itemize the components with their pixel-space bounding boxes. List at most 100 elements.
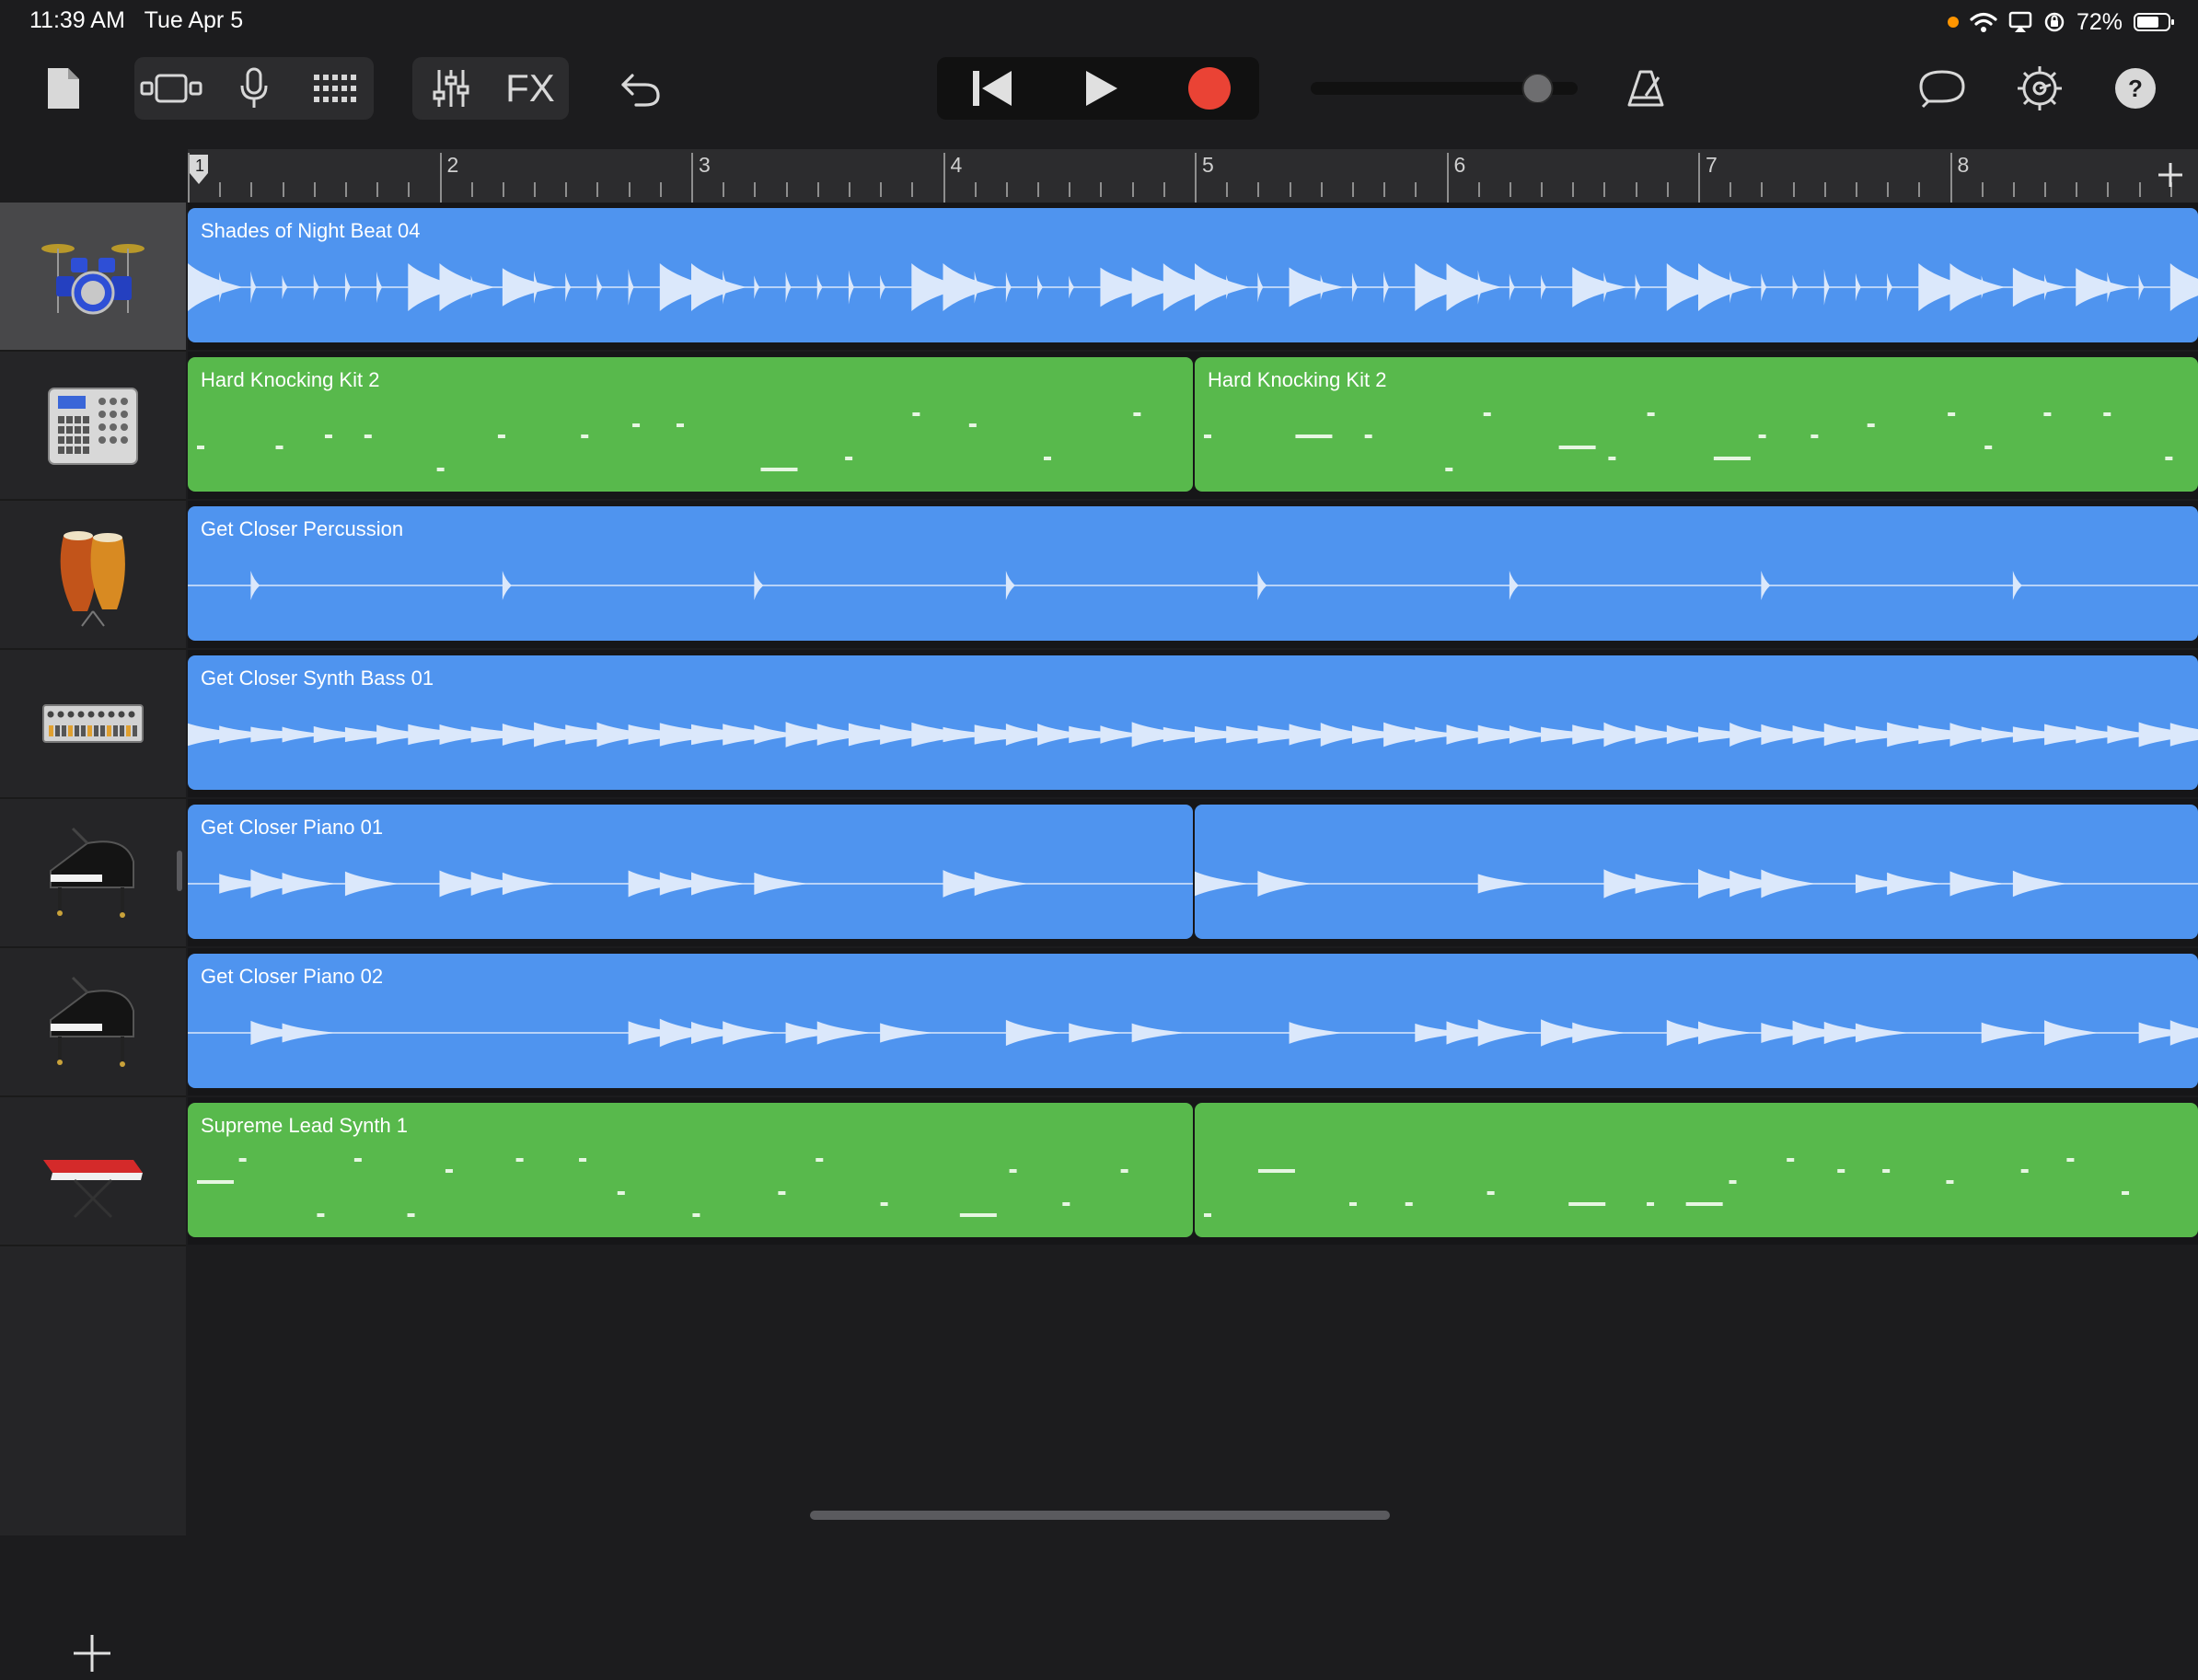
midi-note — [1867, 423, 1875, 427]
plus-icon — [2158, 163, 2182, 187]
track-lane-6: Get Closer Piano 02 — [188, 948, 2198, 1095]
ruler-tick — [1541, 182, 1544, 197]
audio-region[interactable]: Get Closer Percussion — [188, 506, 2198, 641]
bar-line — [1949, 153, 1952, 203]
drum-kit-icon — [41, 244, 145, 315]
midi-note — [497, 434, 505, 438]
midi-note — [1882, 1169, 1891, 1173]
my-songs-icon[interactable] — [37, 63, 88, 114]
midi-region[interactable] — [1195, 1103, 2198, 1237]
waveform — [188, 571, 2198, 600]
microphone-icon[interactable] — [226, 63, 282, 114]
midi-region[interactable]: Hard Knocking Kit 2 — [1195, 357, 2198, 492]
ruler-tick — [2138, 182, 2141, 197]
waveform-transient — [723, 1021, 779, 1045]
ruler-tick — [1289, 182, 1291, 197]
audio-region[interactable]: Shades of Night Beat 04 — [188, 208, 2198, 342]
audio-region[interactable]: Get Closer Piano 01 — [188, 805, 1193, 939]
loop-browser-icon[interactable] — [1915, 63, 1970, 114]
beat-sequencer-icon — [48, 388, 138, 465]
waveform-transient — [502, 571, 512, 600]
midi-note — [1133, 412, 1141, 416]
record-button[interactable] — [1163, 63, 1255, 114]
rewind-icon[interactable] — [946, 63, 1038, 114]
region-name: Get Closer Synth Bass 01 — [201, 666, 434, 689]
track-header-4[interactable] — [0, 650, 186, 799]
ruler-tick — [1635, 182, 1637, 197]
waveform-transient — [439, 263, 495, 311]
ruler-tick — [1226, 182, 1229, 197]
bar-number: 2 — [446, 153, 459, 177]
bar-line — [1195, 153, 1197, 203]
grid-icon[interactable] — [306, 63, 364, 114]
waveform-transient — [974, 271, 980, 304]
midi-note — [1445, 468, 1453, 471]
track-header-6[interactable] — [0, 948, 186, 1097]
waveform-transient — [344, 871, 400, 897]
region-name: Hard Knocking Kit 2 — [201, 368, 380, 391]
fx-button[interactable]: FX — [493, 63, 567, 114]
add-track-button[interactable] — [70, 1631, 114, 1675]
help-icon[interactable]: ? — [2108, 63, 2163, 114]
midi-note — [1810, 434, 1819, 438]
midi-note — [760, 468, 798, 471]
keyboard-synth-icon — [43, 1160, 143, 1219]
midi-note — [515, 1158, 524, 1162]
metronome-icon[interactable] — [1620, 63, 1672, 114]
add-section-button[interactable] — [2150, 155, 2191, 195]
play-icon[interactable] — [1055, 63, 1147, 114]
ruler-tick — [2107, 182, 2110, 197]
midi-note — [1009, 1169, 1017, 1173]
mixer-icon[interactable] — [422, 63, 480, 114]
midi-note — [880, 1202, 888, 1206]
playhead[interactable]: 1 — [188, 153, 210, 203]
waveform-transient — [282, 872, 338, 896]
master-volume-slider[interactable] — [1309, 74, 1579, 103]
midi-note — [197, 446, 204, 449]
waveform-transient — [1855, 1023, 1911, 1043]
midi-note — [1984, 446, 1993, 449]
ruler-tick — [1131, 182, 1134, 197]
audio-region[interactable]: Get Closer Piano 02 — [188, 954, 2198, 1088]
undo-icon[interactable] — [615, 63, 666, 114]
home-indicator[interactable] — [810, 1511, 1390, 1520]
track-header-1[interactable] — [0, 203, 186, 352]
ruler-tick — [1005, 182, 1008, 197]
ruler-tick — [1981, 182, 1984, 197]
ruler-tick — [2076, 182, 2078, 197]
region-name: Hard Knocking Kit 2 — [1208, 368, 1387, 391]
waveform-transient — [1477, 874, 1533, 894]
timeline-ruler[interactable]: 2 3 4 5 6 7 8 — [188, 149, 2198, 203]
resize-handle[interactable] — [177, 851, 182, 891]
waveform — [188, 1018, 2198, 1048]
track-header-3[interactable] — [0, 501, 186, 650]
settings-icon[interactable] — [2012, 63, 2067, 114]
waveform-transient — [1195, 263, 1250, 311]
waveform-transient — [943, 263, 999, 311]
view-toggle-icon[interactable] — [136, 63, 206, 114]
midi-note — [1062, 1202, 1070, 1206]
audio-region[interactable]: Get Closer Synth Bass 01 — [188, 655, 2198, 790]
waveform-transient — [344, 272, 351, 303]
ruler-tick — [1415, 182, 1417, 197]
track-header-5[interactable] — [0, 799, 186, 948]
waveform-transient — [2076, 268, 2132, 307]
midi-region[interactable]: Supreme Lead Synth 1 — [188, 1103, 1193, 1237]
wifi-icon — [1970, 12, 1997, 32]
ruler-tick — [502, 182, 504, 197]
waveform-transient — [1383, 271, 1390, 304]
midi-region[interactable]: Hard Knocking Kit 2 — [188, 357, 1193, 492]
waveform-transient — [1226, 274, 1232, 300]
audio-region[interactable] — [1195, 805, 2198, 939]
airplay-icon — [2008, 11, 2032, 32]
midi-note — [1758, 434, 1766, 438]
track-lanes: Shades of Night Beat 04 Hard Knocking Kit… — [188, 203, 2198, 1252]
ruler-tick — [376, 182, 379, 197]
waveform-transient — [1981, 1022, 2037, 1044]
midi-note — [1120, 1169, 1128, 1173]
ruler-tick — [250, 182, 253, 197]
track-header-7[interactable] — [0, 1097, 186, 1246]
track-header-2[interactable] — [0, 352, 186, 501]
waveform-transient — [1887, 272, 1893, 302]
volume-knob[interactable] — [1521, 74, 1554, 103]
